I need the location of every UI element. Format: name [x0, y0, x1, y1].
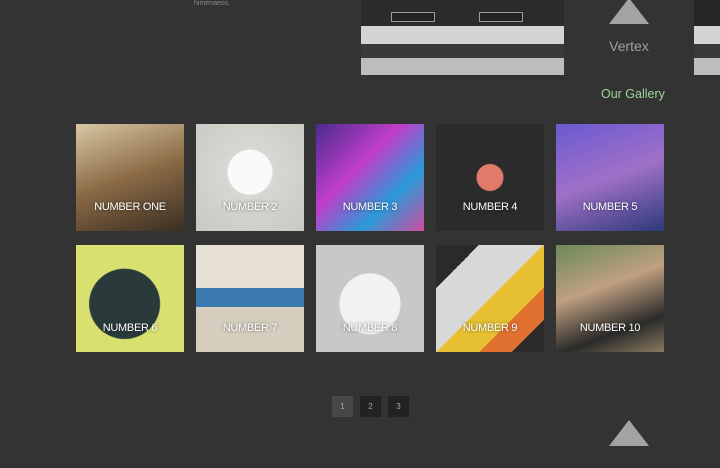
- gallery-item-label: NUMBER ONE: [94, 201, 166, 213]
- gallery-item-6[interactable]: NUMBER 6: [76, 245, 184, 352]
- gallery-item-label: NUMBER 9: [462, 322, 518, 334]
- brand-name: Vertex: [609, 38, 649, 54]
- page-2-button[interactable]: 2: [360, 396, 381, 417]
- gallery-item-label: NUMBER 10: [579, 322, 641, 334]
- page-3-button[interactable]: 3: [388, 396, 409, 417]
- gallery-item-7[interactable]: NUMBER 7: [196, 245, 304, 352]
- pavement-photo: [361, 0, 564, 75]
- gallery-item-label: NUMBER 3: [342, 201, 398, 213]
- gallery-item-1[interactable]: NUMBER ONE: [76, 124, 184, 231]
- gallery-item-label: NUMBER 4: [462, 201, 518, 213]
- gallery-item-4[interactable]: NUMBER 4: [436, 124, 544, 231]
- gallery-title: Our Gallery: [601, 87, 665, 101]
- gallery-item-5[interactable]: NUMBER 5: [556, 124, 664, 231]
- page-1-button[interactable]: 1: [332, 396, 353, 417]
- gallery-item-label: NUMBER 2: [222, 201, 278, 213]
- gallery-item-label: NUMBER 5: [582, 201, 638, 213]
- gallery-item-2[interactable]: NUMBER 2: [196, 124, 304, 231]
- gallery-item-label: NUMBER 6: [102, 322, 158, 334]
- intro-text-fragment: himenaeos.: [194, 0, 231, 7]
- gallery-item-10[interactable]: NUMBER 10: [556, 245, 664, 352]
- mountain-icon: [609, 0, 649, 24]
- gallery-item-8[interactable]: NUMBER 8: [316, 245, 424, 352]
- gallery-item-label: NUMBER 7: [222, 322, 278, 334]
- gallery-item-9[interactable]: NUMBER 9: [436, 245, 544, 352]
- mountain-icon: [609, 420, 649, 446]
- gallery-item-3[interactable]: NUMBER 3: [316, 124, 424, 231]
- gallery-item-label: NUMBER 8: [342, 322, 398, 334]
- pavement-photo-partial: [694, 0, 720, 75]
